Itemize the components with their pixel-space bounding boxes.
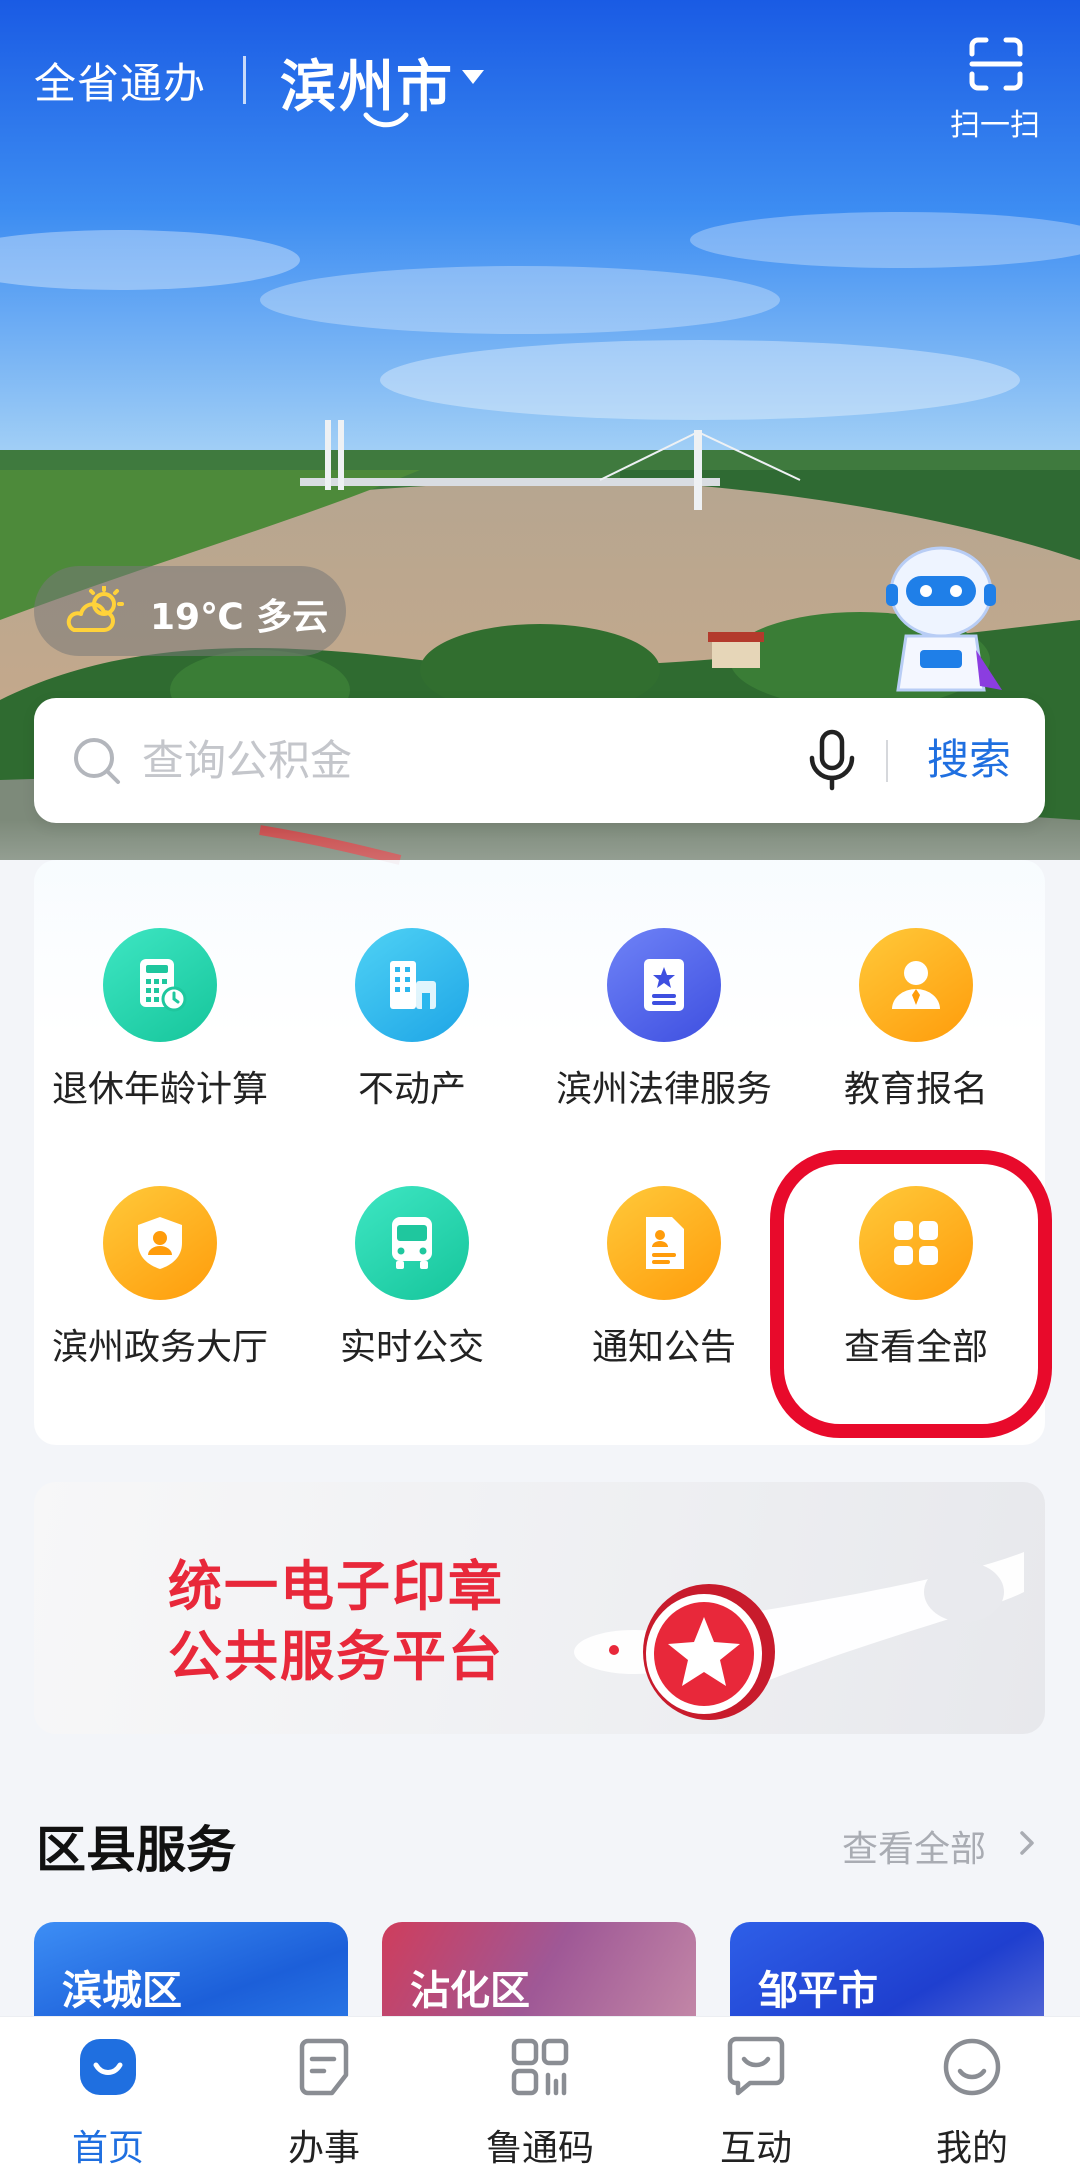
service-government-hall[interactable]: 滨州政务大厅 — [34, 1118, 286, 1368]
chevron-right-icon[interactable] — [1018, 1829, 1036, 1857]
service-realtime-bus[interactable]: 实时公交 — [286, 1118, 538, 1368]
service-education[interactable]: 教育报名 — [790, 860, 1042, 1110]
chat-icon — [727, 2036, 785, 2096]
building-icon — [390, 961, 436, 1009]
document-icon-circle — [607, 1186, 721, 1300]
shield-user-icon-circle — [103, 1186, 217, 1300]
nav-label: 鲁通码 — [485, 2128, 594, 2169]
document-icon — [646, 1217, 684, 1269]
nav-label: 首页 — [71, 2128, 144, 2169]
law-book-icon — [644, 959, 684, 1011]
weather-pill[interactable]: 19℃ 多云 — [34, 566, 346, 656]
city-selector[interactable]: 滨州市 — [280, 42, 454, 123]
district-name: 沾化区 — [410, 1968, 530, 2014]
nav-label: 我的 — [935, 2128, 1008, 2169]
student-icon — [892, 961, 940, 1009]
district-section-title: 区县服务 — [36, 1821, 236, 1879]
bus-icon-circle — [355, 1186, 469, 1300]
building-icon-circle — [355, 928, 469, 1042]
profile-icon — [943, 2038, 1001, 2096]
assistant-mascot-icon[interactable] — [876, 540, 1006, 700]
calculator-icon-circle — [103, 928, 217, 1042]
scan-button[interactable]: 扫一扫 — [940, 30, 1050, 143]
nav-label: 办事 — [287, 2128, 360, 2169]
stamp-illustration-icon — [574, 1552, 1024, 1720]
nav-tasks[interactable]: 办事 — [216, 2017, 432, 2184]
nav-home[interactable]: 首页 — [0, 2017, 216, 2184]
service-label: 滨州法律服务 — [555, 1069, 772, 1110]
shield-user-icon — [138, 1217, 182, 1269]
service-retirement-age[interactable]: 退休年龄计算 — [34, 860, 286, 1110]
view-all-districts-link[interactable]: 查看全部 — [842, 1820, 986, 1872]
service-label: 教育报名 — [843, 1069, 988, 1110]
search-input[interactable] — [142, 728, 702, 792]
service-notices[interactable]: 通知公告 — [538, 1118, 790, 1368]
nav-label: 互动 — [719, 2128, 792, 2169]
e-seal-promo-banner[interactable]: 统一电子印章 公共服务平台 — [34, 1482, 1045, 1734]
tasks-icon — [299, 2038, 349, 2096]
service-label: 退休年龄计算 — [51, 1069, 268, 1110]
calculator-icon — [140, 959, 187, 1012]
bus-icon — [392, 1217, 432, 1269]
caret-down-icon[interactable] — [462, 70, 484, 84]
nav-lutong-code[interactable]: 鲁通码 — [432, 2017, 648, 2184]
microphone-icon[interactable] — [804, 728, 860, 792]
service-label: 滨州政务大厅 — [51, 1327, 268, 1368]
partly-cloudy-icon — [66, 586, 124, 632]
student-icon-circle — [859, 928, 973, 1042]
service-real-estate[interactable]: 不动产 — [286, 860, 538, 1110]
province-service-label[interactable]: 全省通办 — [34, 50, 206, 111]
search-button[interactable]: 搜索 — [904, 728, 1034, 792]
district-name: 滨城区 — [62, 1968, 182, 2014]
banner-title-line2: 公共服务平台 — [168, 1625, 504, 1688]
search-bar: 搜索 — [34, 698, 1045, 823]
home-icon — [80, 2039, 136, 2095]
service-label: 实时公交 — [339, 1327, 484, 1368]
top-bar: 全省通办 滨州市 扫一扫 — [0, 0, 1080, 160]
smile-mark-icon — [363, 112, 409, 128]
nav-profile[interactable]: 我的 — [864, 2017, 1080, 2184]
scan-label: 扫一扫 — [950, 108, 1040, 143]
header-divider — [243, 56, 246, 104]
search-separator — [886, 740, 888, 782]
bottom-navigation: 首页 办事 鲁通码 互动 我的 — [0, 2016, 1080, 2184]
qr-code-icon — [511, 2038, 569, 2096]
service-label: 通知公告 — [591, 1327, 736, 1368]
nav-interaction[interactable]: 互动 — [648, 2017, 864, 2184]
search-icon — [74, 738, 120, 784]
weather-text: 19℃ 多云 — [150, 597, 329, 638]
banner-title-line1: 统一电子印章 — [168, 1555, 504, 1618]
district-name: 邹平市 — [758, 1968, 878, 2014]
service-legal[interactable]: 滨州法律服务 — [538, 860, 790, 1110]
service-label: 不动产 — [357, 1069, 466, 1110]
highlight-annotation-ring — [770, 1150, 1052, 1438]
scan-icon — [969, 37, 1023, 91]
law-book-icon-circle — [607, 928, 721, 1042]
